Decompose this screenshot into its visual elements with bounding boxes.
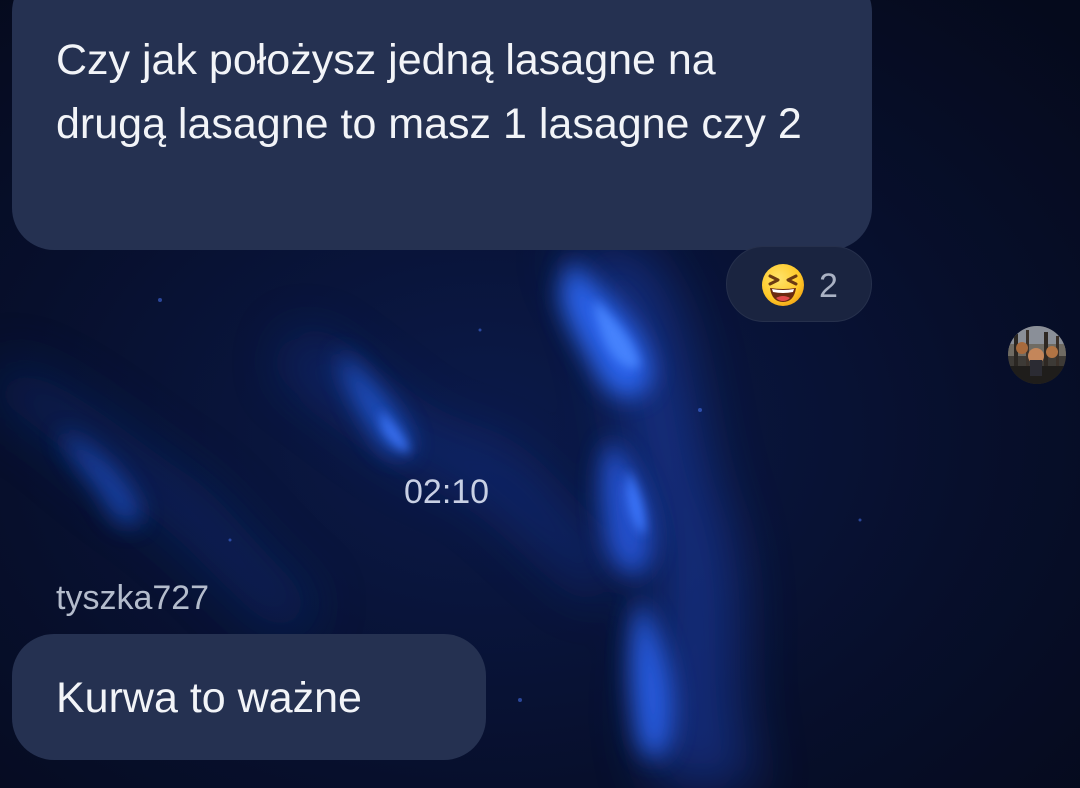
avatar[interactable] (1008, 326, 1066, 384)
avatar-image (1008, 326, 1066, 384)
chat-screen: Czy jak położysz jedną lasagne na drugą … (0, 0, 1080, 788)
message-text: Czy jak położysz jedną lasagne na drugą … (56, 36, 802, 148)
sender-name[interactable]: tyszka727 (56, 580, 209, 616)
laughing-face-icon (762, 264, 804, 306)
reaction-count: 2 (819, 267, 838, 305)
message-timestamp: 02:10 (404, 473, 490, 511)
message-bubble[interactable]: Kurwa to ważne (12, 634, 486, 760)
message-bubble[interactable]: Czy jak położysz jedną lasagne na drugą … (12, 0, 872, 250)
reaction-pill[interactable]: 2 (726, 246, 872, 322)
message-text: Kurwa to ważne (56, 674, 362, 722)
